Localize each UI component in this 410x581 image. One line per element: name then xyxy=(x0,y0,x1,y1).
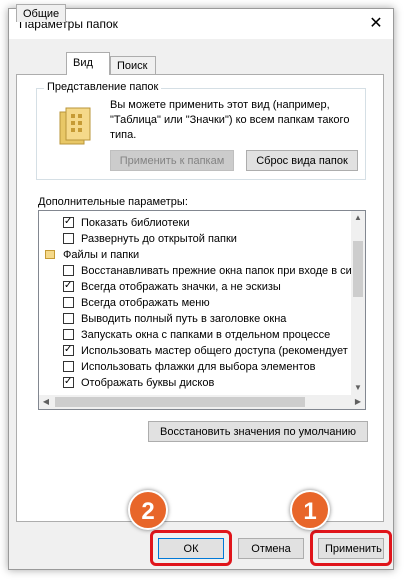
title-bar[interactable]: Параметры папок ✕ xyxy=(9,9,393,39)
checkbox[interactable] xyxy=(63,297,74,308)
checkmark-icon: ✓ xyxy=(64,376,73,387)
checkmark-icon: ✓ xyxy=(64,280,73,291)
cancel-button[interactable]: Отмена xyxy=(238,538,304,559)
list-item-label: Отображать буквы дисков xyxy=(81,377,215,389)
reset-folders-button[interactable]: Сброс вида папок xyxy=(246,150,358,171)
folder-views-label: Представление папок xyxy=(44,81,162,93)
list-item-label: Всегда отображать меню xyxy=(81,297,210,309)
folder-icon xyxy=(59,107,91,145)
checkbox[interactable]: ✓ xyxy=(63,376,74,388)
checkbox[interactable] xyxy=(63,329,74,340)
tab-view[interactable]: Вид xyxy=(66,52,110,75)
list-item-label: Восстанавливать прежние окна папок при в… xyxy=(81,265,352,277)
scroll-down-icon[interactable]: ▼ xyxy=(351,381,365,395)
list-item-label: Запускать окна с папками в отдельном про… xyxy=(81,329,331,341)
checkbox[interactable]: ✓ xyxy=(63,216,74,228)
step-badge-2: 2 xyxy=(128,490,168,530)
checkmark-icon: ✓ xyxy=(64,216,73,227)
list-item-label: Показать библиотеки xyxy=(81,217,190,229)
list-item-label: Всегда отображать значки, а не эскизы xyxy=(81,281,281,293)
horizontal-scroll-thumb[interactable] xyxy=(55,397,305,407)
list-item-label: Файлы и папки xyxy=(63,249,140,261)
vertical-scrollbar[interactable]: ▲ ▼ xyxy=(351,211,365,395)
close-icon[interactable]: ✕ xyxy=(363,12,389,36)
advanced-settings-list[interactable]: ✓ Показать библиотеки Развернуть до открыт… xyxy=(38,210,366,410)
list-item-label: Выводить полный путь в заголовке окна xyxy=(81,313,287,325)
folder-views-description: Вы можете применить этот вид (например, … xyxy=(110,99,350,141)
list-item-label: Использовать мастер общего доступа (реко… xyxy=(81,345,348,357)
checkbox[interactable] xyxy=(63,313,74,324)
vertical-scroll-thumb[interactable] xyxy=(353,241,363,297)
scroll-right-icon[interactable]: ▶ xyxy=(351,395,365,409)
advanced-settings-label: Дополнительные параметры: xyxy=(38,196,188,208)
list-item-label: Развернуть до открытой папки xyxy=(81,233,237,245)
checkbox[interactable] xyxy=(63,361,74,372)
ok-highlight xyxy=(150,530,232,566)
restore-defaults-button[interactable]: Восстановить значения по умолчанию xyxy=(148,421,368,442)
checkmark-icon: ✓ xyxy=(64,344,73,355)
horizontal-scrollbar[interactable]: ◀ ▶ xyxy=(39,395,365,409)
scroll-up-icon[interactable]: ▲ xyxy=(351,211,365,225)
checkbox[interactable] xyxy=(63,265,74,276)
checkbox[interactable]: ✓ xyxy=(63,344,74,356)
scroll-left-icon[interactable]: ◀ xyxy=(39,395,53,409)
checkbox[interactable] xyxy=(63,233,74,244)
list-item-label: Использовать флажки для выбора элементов xyxy=(81,361,316,373)
apply-to-folders-button[interactable]: Применить к папкам xyxy=(110,150,234,171)
tab-search[interactable]: Поиск xyxy=(110,56,156,74)
folder-icon xyxy=(45,250,55,259)
step-badge-1: 1 xyxy=(290,490,330,530)
tab-general[interactable]: Общие xyxy=(16,4,66,22)
apply-highlight xyxy=(310,530,392,566)
checkbox[interactable]: ✓ xyxy=(63,280,74,292)
